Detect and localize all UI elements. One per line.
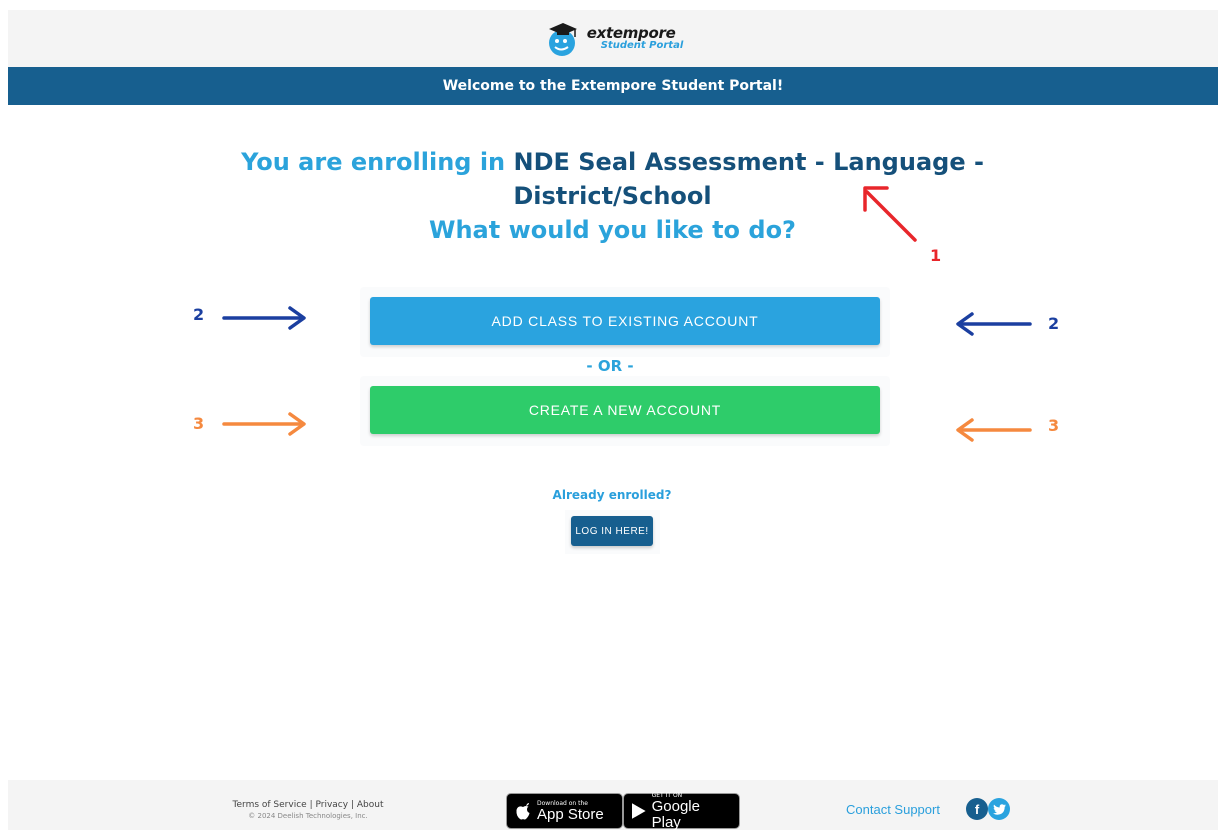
top-header: extempore Student Portal xyxy=(8,10,1218,67)
annotation-label-3-right: 3 xyxy=(1048,416,1060,435)
annotation-label-3-left: 3 xyxy=(193,414,205,433)
twitter-bird-icon xyxy=(992,803,1006,815)
headline-prefix: You are enrolling in xyxy=(241,148,514,176)
create-account-card: CREATE A NEW ACCOUNT xyxy=(360,376,890,446)
google-play-badge[interactable]: GET IT ON Google Play xyxy=(623,792,740,830)
welcome-bar: Welcome to the Extempore Student Portal! xyxy=(8,67,1218,105)
extempore-logo[interactable]: extempore Student Portal xyxy=(543,19,684,59)
welcome-text: Welcome to the Extempore Student Portal! xyxy=(442,78,784,94)
blue-left-arrow-icon xyxy=(956,312,1032,336)
orange-right-arrow-icon xyxy=(222,412,306,436)
mascot-logo-icon xyxy=(548,22,577,56)
orange-left-arrow-icon xyxy=(956,418,1032,442)
twitter-icon[interactable] xyxy=(988,798,1010,820)
footer-separator: | xyxy=(309,800,313,810)
login-button[interactable]: LOG IN HERE! xyxy=(571,516,653,546)
terms-link[interactable]: Terms of Service xyxy=(233,800,307,810)
logo-title: extempore xyxy=(586,24,676,42)
footer: Terms of Service | Privacy | About © 202… xyxy=(8,780,1218,830)
app-store-badge[interactable]: Download on the App Store xyxy=(506,793,623,829)
headline-question: What would you like to do? xyxy=(429,216,796,244)
or-separator: - OR - xyxy=(586,357,634,375)
already-enrolled-text: Already enrolled? xyxy=(552,488,672,502)
blue-right-arrow-icon xyxy=(222,306,306,330)
contact-support-link[interactable]: Contact Support xyxy=(846,802,940,817)
google-play-text: Google Play xyxy=(651,797,700,830)
copyright-text: © 2024 Deelish Technologies, Inc. xyxy=(248,812,368,820)
logo-subtitle: Student Portal xyxy=(600,40,684,51)
annotation-label-1: 1 xyxy=(930,246,942,265)
login-card: LOG IN HERE! xyxy=(565,510,660,554)
app-store-text: App Store xyxy=(537,805,604,823)
annotation-label-2-right: 2 xyxy=(1048,314,1060,333)
footer-links: Terms of Service | Privacy | About © 202… xyxy=(208,800,408,822)
privacy-link[interactable]: Privacy xyxy=(315,800,348,810)
facebook-icon[interactable]: f xyxy=(966,798,988,820)
add-class-card: ADD CLASS TO EXISTING ACCOUNT xyxy=(360,287,890,357)
play-icon xyxy=(632,803,646,819)
about-link[interactable]: About xyxy=(357,800,384,810)
red-arrow-icon xyxy=(863,186,917,242)
annotation-label-2-left: 2 xyxy=(193,305,205,324)
create-account-button[interactable]: CREATE A NEW ACCOUNT xyxy=(370,386,880,434)
footer-separator: | xyxy=(350,800,354,810)
add-class-button[interactable]: ADD CLASS TO EXISTING ACCOUNT xyxy=(370,297,880,345)
apple-icon xyxy=(516,803,530,820)
